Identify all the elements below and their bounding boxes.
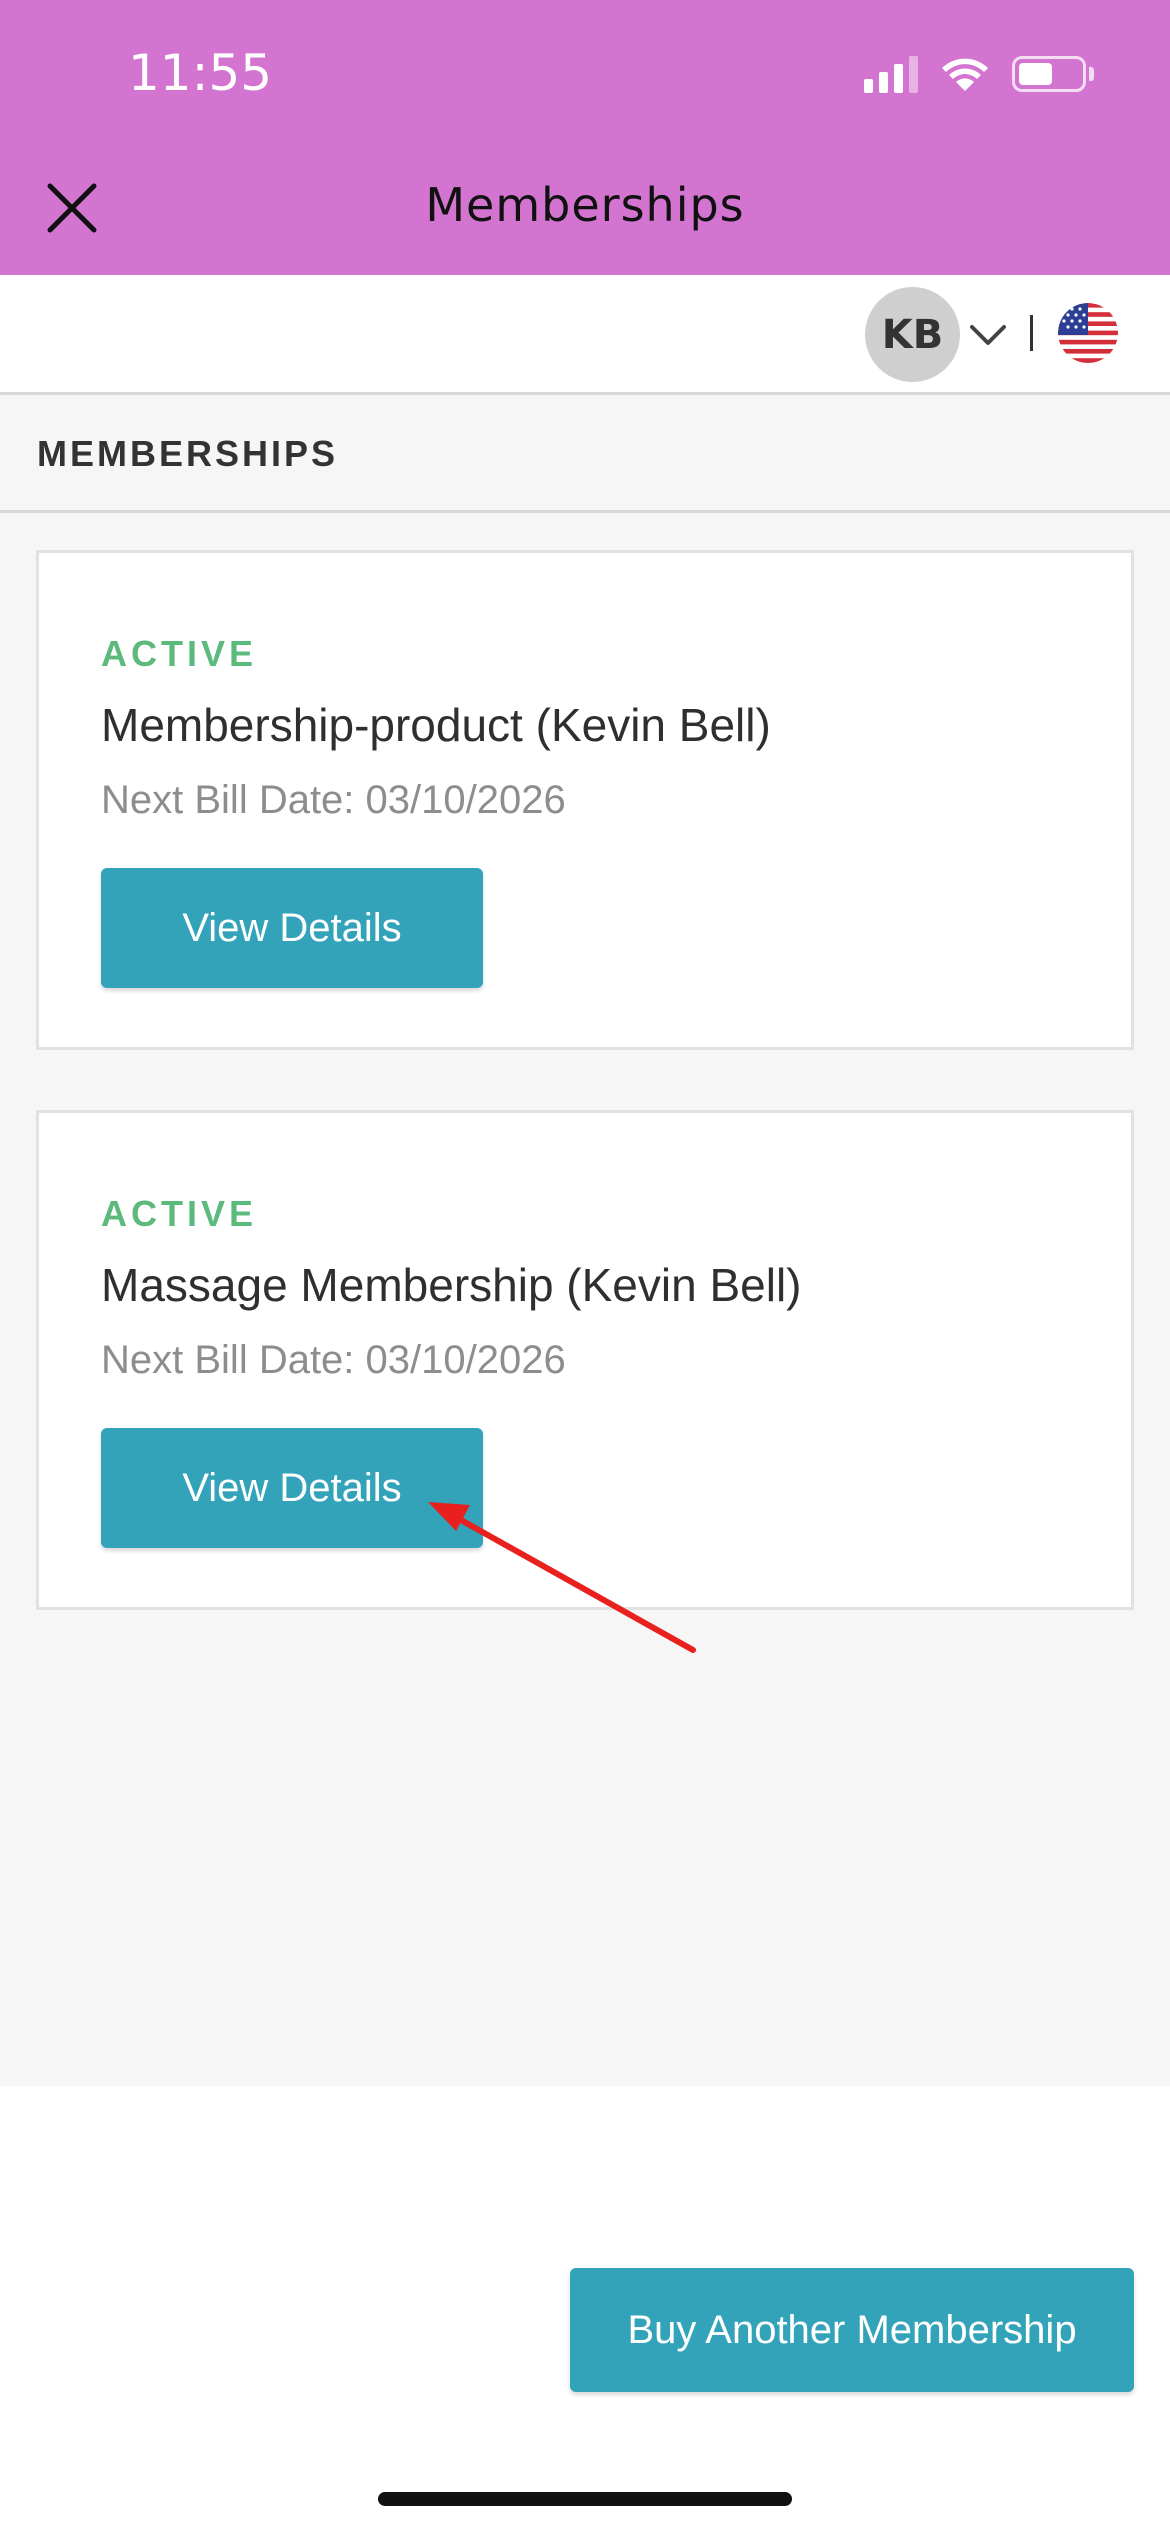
us-flag-icon[interactable] — [1058, 303, 1118, 363]
next-bill-date: Next Bill Date: 03/10/2026 — [101, 1338, 566, 1382]
page-title: Memberships — [425, 178, 745, 232]
memberships-list: ACTIVE Membership-product (Kevin Bell) N… — [0, 513, 1170, 2086]
cellular-signal-icon — [864, 55, 918, 93]
status-badge: ACTIVE — [101, 633, 258, 674]
status-badge: ACTIVE — [101, 1193, 258, 1234]
account-bar: KB — [0, 275, 1170, 395]
membership-name: Membership-product (Kevin Bell) — [101, 699, 771, 751]
section-title: MEMBERSHIPS — [37, 433, 339, 474]
chevron-down-icon[interactable] — [968, 315, 1008, 355]
buy-another-membership-button[interactable]: Buy Another Membership — [570, 2268, 1134, 2392]
status-icons — [864, 55, 1094, 93]
view-details-button[interactable]: View Details — [101, 1428, 483, 1548]
membership-card: ACTIVE Membership-product (Kevin Bell) N… — [36, 550, 1134, 1050]
divider — [1030, 315, 1033, 351]
membership-card: ACTIVE Massage Membership (Kevin Bell) N… — [36, 1110, 1134, 1610]
view-details-button[interactable]: View Details — [101, 868, 483, 988]
header-bar: 11:55 Memberships — [0, 0, 1170, 275]
status-time: 11:55 — [128, 44, 273, 102]
membership-name: Massage Membership (Kevin Bell) — [101, 1259, 802, 1311]
next-bill-date: Next Bill Date: 03/10/2026 — [101, 778, 566, 822]
battery-icon — [1012, 56, 1094, 92]
home-indicator — [378, 2492, 792, 2506]
wifi-icon — [940, 55, 990, 93]
avatar[interactable]: KB — [865, 287, 960, 382]
section-header: MEMBERSHIPS — [0, 395, 1170, 513]
